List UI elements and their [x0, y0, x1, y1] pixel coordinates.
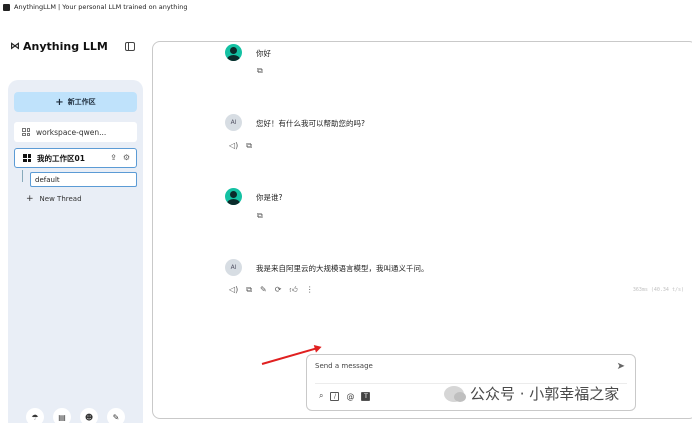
window-titlebar: AnythingLLM | Your personal LLM trained …	[0, 0, 692, 14]
gear-icon[interactable]: ⚙	[123, 153, 130, 162]
message-text: 您好！有什么我可以帮助您的吗?	[256, 119, 365, 128]
message-text: 你好	[256, 49, 271, 58]
sidebar-footer: ☂ ▤ ☻ ✎	[26, 408, 125, 423]
docs-icon[interactable]: ▤	[53, 408, 71, 423]
chat-container: 你好 ⧉ AI 您好！有什么我可以帮助您的吗? ◁) ⧉ 你是谁? ⧉ AI 我…	[152, 41, 692, 419]
chat-message-assistant: AI 我是来自阿里云的大规模语言模型，我叫通义千问。	[225, 259, 429, 276]
chat-message-assistant: AI 您好！有什么我可以帮助您的吗?	[225, 114, 365, 131]
at-mention-icon[interactable]: @	[346, 392, 354, 401]
thread-connector	[22, 170, 23, 182]
send-icon[interactable]: ➤	[617, 361, 625, 372]
user-avatar	[225, 44, 242, 61]
discord-icon[interactable]: ☻	[80, 408, 98, 423]
message-actions: ◁) ⧉ ✎ ⟳ 👍︎ ⋮	[229, 285, 314, 295]
message-text: 你是谁?	[256, 193, 283, 202]
logo-text: Anything LLM	[23, 40, 108, 53]
window-title: AnythingLLM | Your personal LLM trained …	[14, 3, 188, 11]
workspace-label: 我的工作区01	[37, 153, 85, 163]
thread-label: default	[35, 175, 60, 184]
new-thread-label: New Thread	[39, 195, 82, 203]
copy-icon[interactable]: ⧉	[257, 211, 263, 221]
workspace-grid-icon	[23, 154, 31, 162]
plus-icon: +	[26, 194, 34, 204]
text-size-icon[interactable]: T	[361, 391, 371, 401]
logo-mark-icon: ⋈	[10, 41, 20, 52]
workspace-item-active[interactable]: 我的工作区01 ⇪ ⚙	[14, 148, 137, 168]
message-actions: ⧉	[257, 211, 263, 221]
thumbs-up-icon[interactable]: 👍︎	[289, 285, 297, 295]
workspace-label: workspace-qwen...	[36, 127, 107, 137]
new-workspace-button[interactable]: + 新工作区	[14, 92, 137, 112]
message-actions: ⧉	[257, 66, 263, 76]
chat-message-user: 你好	[225, 44, 271, 61]
speaker-icon[interactable]: ◁)	[229, 141, 238, 151]
user-avatar	[225, 188, 242, 205]
workspace-item-qwen[interactable]: workspace-qwen...	[14, 122, 137, 142]
slash-command-icon[interactable]: /	[330, 391, 340, 401]
workspace-actions: ⇪ ⚙	[110, 153, 130, 162]
assistant-avatar: AI	[225, 259, 242, 276]
thread-item-default[interactable]: default	[30, 172, 137, 187]
copy-icon[interactable]: ⧉	[246, 141, 252, 151]
message-text: 我是来自阿里云的大规模语言模型，我叫通义千问。	[256, 264, 429, 273]
speaker-icon[interactable]: ◁)	[229, 285, 238, 295]
wechat-icon	[444, 385, 466, 402]
message-actions: ◁) ⧉	[229, 141, 252, 151]
more-options-icon[interactable]: ⋮	[306, 285, 314, 295]
logo: ⋈ Anything LLM	[10, 40, 108, 53]
regenerate-icon[interactable]: ⟳	[275, 285, 282, 295]
workspace-grid-icon	[22, 128, 30, 136]
new-workspace-label: 新工作区	[67, 98, 96, 106]
plus-icon: +	[55, 96, 64, 108]
attach-icon[interactable]: ⌕	[319, 391, 323, 401]
upload-icon[interactable]: ⇪	[110, 153, 117, 162]
edit-icon[interactable]: ✎	[260, 285, 267, 295]
watermark: 公众号 · 小郭幸福之家	[444, 383, 619, 404]
sidebar-collapse-icon[interactable]	[125, 42, 135, 51]
copy-icon[interactable]: ⧉	[246, 285, 252, 295]
chat-message-user: 你是谁?	[225, 188, 282, 205]
copy-icon[interactable]: ⧉	[257, 66, 263, 76]
watermark-text: 公众号 · 小郭幸福之家	[470, 385, 620, 403]
message-input[interactable]: Send a message	[315, 362, 373, 370]
sidebar: ⋈ Anything LLM + 新工作区 workspace-qwen... …	[0, 14, 150, 423]
settings-wrench-icon[interactable]: ✎	[107, 408, 125, 423]
new-thread-button[interactable]: + New Thread	[26, 194, 82, 204]
workspace-panel: + 新工作区 workspace-qwen... 我的工作区01 ⇪ ⚙ def…	[8, 80, 143, 423]
assistant-avatar: AI	[225, 114, 242, 131]
community-icon[interactable]: ☂	[26, 408, 44, 423]
app-icon	[3, 3, 10, 11]
composer-tools: ⌕ / @ T	[319, 391, 371, 401]
response-metrics: 363ms (40.34 t/s)	[632, 287, 684, 293]
